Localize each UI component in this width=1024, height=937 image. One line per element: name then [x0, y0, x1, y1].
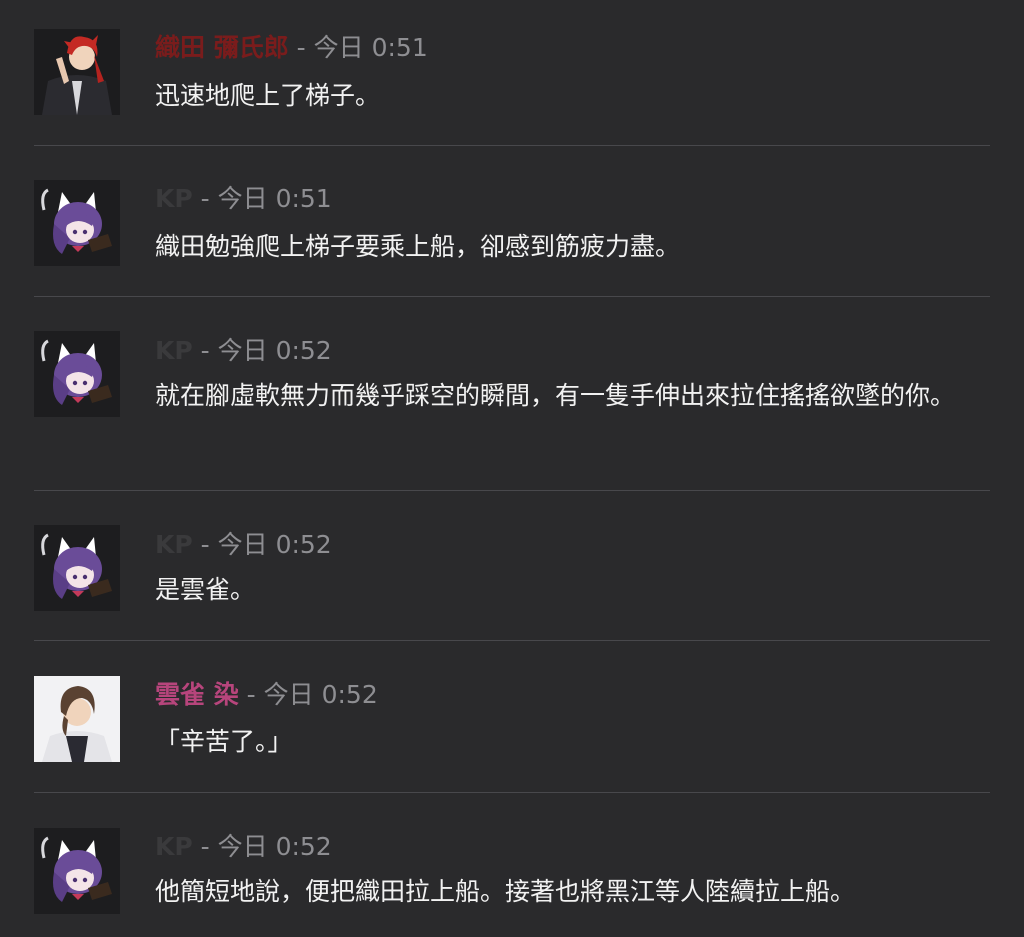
author-name[interactable]: KP [155, 184, 193, 213]
cat-girl-avatar-icon [34, 525, 120, 611]
message-divider [34, 145, 990, 146]
author-name[interactable]: KP [155, 832, 193, 861]
avatar-brown-hair[interactable] [34, 676, 120, 762]
author-name[interactable]: 雲雀 染 [155, 680, 239, 709]
message-header: KP - 今日 0:52 [155, 527, 332, 563]
avatar-cat-girl[interactable] [34, 525, 120, 611]
avatar-cat-girl[interactable] [34, 828, 120, 914]
avatar-red-hair[interactable] [34, 29, 120, 115]
message-text: 就在腳虛軟無力而幾乎踩空的瞬間，有一隻手伸出來拉住搖搖欲墜的你。 [155, 381, 956, 410]
message-header: 織田 彌氏郎 - 今日 0:51 [155, 30, 428, 66]
message-text: 是雲雀。 [155, 575, 256, 604]
message-divider [34, 490, 990, 491]
message-header: 雲雀 染 - 今日 0:52 [155, 677, 378, 713]
message-divider [34, 792, 990, 793]
message-divider [34, 296, 990, 297]
author-name[interactable]: KP [155, 336, 193, 365]
cat-girl-avatar-icon [34, 180, 120, 266]
message-divider [34, 640, 990, 641]
avatar-cat-girl[interactable] [34, 331, 120, 417]
timestamp: 今日 0:52 [217, 336, 332, 365]
header-separator: - [192, 530, 218, 559]
cat-girl-avatar-icon [34, 828, 120, 914]
header-separator: - [192, 832, 218, 861]
timestamp: 今日 0:52 [217, 530, 332, 559]
red-hair-avatar-icon [34, 29, 120, 115]
author-name[interactable]: 織田 彌氏郎 [155, 33, 289, 62]
message-text: 他簡短地說，便把織田拉上船。接著也將黑江等人陸續拉上船。 [155, 877, 856, 906]
message-text: 「辛苦了。」 [155, 727, 293, 756]
header-separator: - [238, 680, 264, 709]
timestamp: 今日 0:51 [313, 33, 428, 62]
message-text: 迅速地爬上了梯子。 [155, 81, 381, 110]
cat-girl-avatar-icon [34, 331, 120, 417]
message-text: 織田勉強爬上梯子要乘上船，卻感到筋疲力盡。 [155, 232, 681, 261]
header-separator: - [192, 184, 218, 213]
timestamp: 今日 0:51 [217, 184, 332, 213]
header-separator: - [192, 336, 218, 365]
header-separator: - [288, 33, 314, 62]
author-name[interactable]: KP [155, 530, 193, 559]
timestamp: 今日 0:52 [217, 832, 332, 861]
avatar-cat-girl[interactable] [34, 180, 120, 266]
message-header: KP - 今日 0:52 [155, 333, 332, 369]
chat-log: 織田 彌氏郎 - 今日 0:51 迅速地爬上了梯子。 KP - 今日 0:51 [0, 0, 1024, 937]
message-header: KP - 今日 0:51 [155, 181, 332, 217]
timestamp: 今日 0:52 [263, 680, 378, 709]
brown-hair-avatar-icon [34, 676, 120, 762]
message-header: KP - 今日 0:52 [155, 829, 332, 865]
